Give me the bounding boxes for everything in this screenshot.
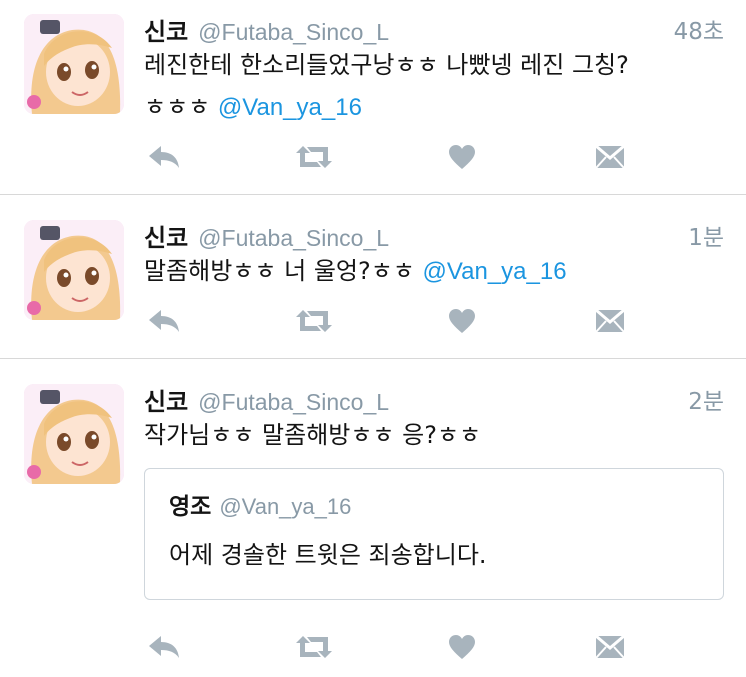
quoted-display-name: 영조 (169, 494, 212, 520)
reply-button[interactable] (144, 142, 184, 172)
quoted-tweet-text: 어제 경솔한 트윗은 죄송합니다. (169, 541, 487, 569)
dm-button[interactable] (590, 306, 630, 336)
retweet-icon (296, 310, 332, 332)
heart-icon (449, 145, 475, 169)
avatar[interactable] (24, 384, 124, 484)
avatar-image (24, 220, 124, 320)
tweet-text-part: 말좀해방ㅎㅎ 너 울엉?ㅎㅎ (144, 257, 415, 285)
quoted-user-handle: @Van_ya_16 (219, 494, 352, 519)
mention-link[interactable]: @Van_ya_16 (423, 258, 567, 285)
display-name[interactable]: 신코 (144, 224, 188, 252)
reply-button[interactable] (144, 632, 184, 662)
tweet-text-part: ㅎㅎㅎ (144, 93, 211, 121)
heart-icon (449, 635, 475, 659)
timestamp[interactable]: 2분 (688, 382, 724, 416)
tweet-header: 신코 @Futaba_Sinco_L 1분 (144, 218, 724, 252)
retweet-button[interactable] (294, 142, 334, 172)
divider (0, 358, 746, 359)
avatar-image (24, 384, 124, 484)
quoted-tweet[interactable]: 영조 @Van_ya_16 어제 경솔한 트윗은 죄송합니다. (144, 468, 724, 600)
retweet-button[interactable] (294, 632, 334, 662)
user-handle[interactable]: @Futaba_Sinco_L (198, 19, 389, 45)
like-button[interactable] (442, 306, 482, 336)
tweet-header: 신코 @Futaba_Sinco_L 48초 (144, 12, 724, 46)
reply-icon (149, 310, 179, 332)
divider (0, 194, 746, 195)
user-handle[interactable]: @Futaba_Sinco_L (198, 389, 389, 415)
user-handle[interactable]: @Futaba_Sinco_L (198, 225, 389, 251)
avatar[interactable] (24, 220, 124, 320)
retweet-icon (296, 146, 332, 168)
like-button[interactable] (442, 632, 482, 662)
mention-link[interactable]: @Van_ya_16 (218, 94, 362, 121)
heart-icon (449, 309, 475, 333)
display-name[interactable]: 신코 (144, 388, 188, 416)
avatar[interactable] (24, 14, 124, 114)
dm-button[interactable] (590, 142, 630, 172)
tweet-text-line: 레진한테 한소리들었구낭ㅎㅎ 나빴넹 레진 그칭? (144, 51, 629, 79)
tweet-text: 작가님ㅎㅎ 말좀해방ㅎㅎ 응?ㅎㅎ (144, 421, 482, 449)
envelope-icon (595, 144, 625, 169)
display-name[interactable]: 신코 (144, 18, 188, 46)
retweet-button[interactable] (294, 306, 334, 336)
tweet-text-line: ㅎㅎㅎ @Van_ya_16 (144, 86, 724, 129)
reply-button[interactable] (144, 306, 184, 336)
timestamp[interactable]: 48초 (674, 12, 724, 46)
envelope-icon (595, 308, 625, 333)
retweet-icon (296, 636, 332, 658)
reply-icon (149, 146, 179, 168)
tweet-text: 말좀해방ㅎㅎ 너 울엉?ㅎㅎ @Van_ya_16 (144, 250, 724, 293)
reply-icon (149, 636, 179, 658)
envelope-icon (595, 634, 625, 659)
dm-button[interactable] (590, 632, 630, 662)
quoted-tweet-header: 영조 @Van_ya_16 (169, 487, 351, 521)
tweet-header: 신코 @Futaba_Sinco_L 2분 (144, 382, 724, 416)
avatar-image (24, 14, 124, 114)
like-button[interactable] (442, 142, 482, 172)
tweet-text: 레진한테 한소리들었구낭ㅎㅎ 나빴넹 레진 그칭? ㅎㅎㅎ @Van_ya_16 (144, 44, 724, 129)
timestamp[interactable]: 1분 (688, 218, 724, 252)
